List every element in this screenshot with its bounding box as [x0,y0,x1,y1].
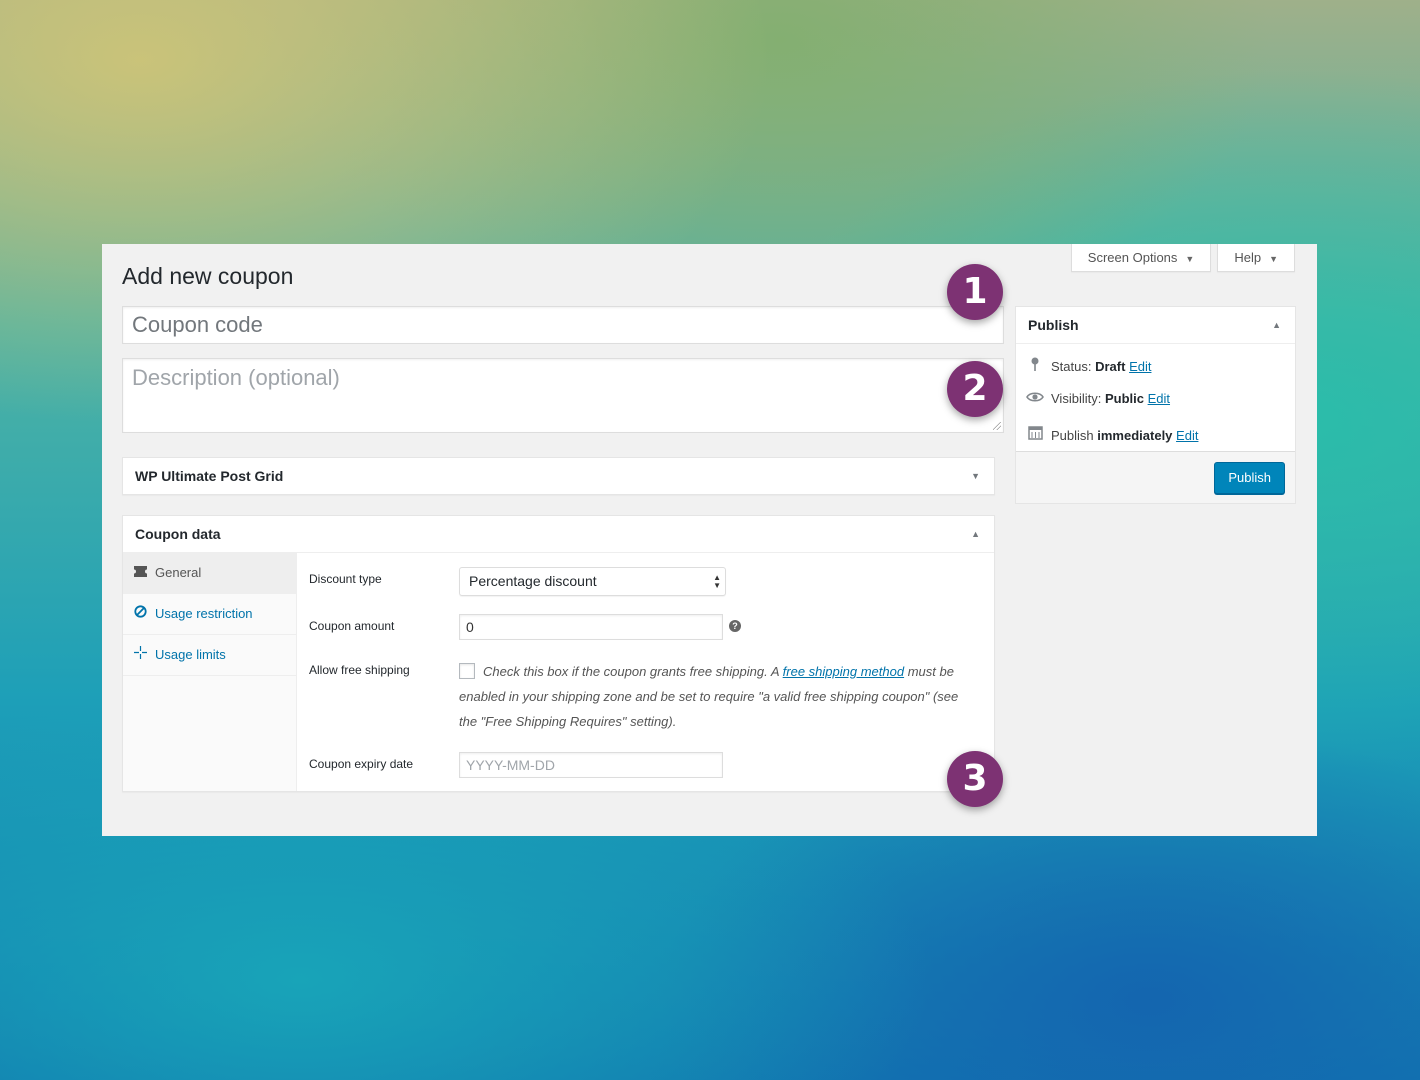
admin-panel: Screen Options ▼ Help ▼ Add new coupon Cou… [102,244,1317,836]
edit-schedule-link[interactable]: Edit [1176,428,1198,443]
crosshair-icon [133,635,147,675]
block-icon [133,594,147,634]
tab-general[interactable]: General [123,553,296,594]
screen-options-label: Screen Options [1087,250,1178,265]
visibility-value: Public [1104,391,1144,406]
coupon-data-tabs: General Usage restriction Usage limits [123,553,297,791]
schedule-value: immediately [1097,428,1173,443]
screen-meta-links: Screen Options ▼ Help ▼ [1070,244,1295,272]
calendar-icon [1026,425,1044,443]
coupon-amount-input[interactable]: 0 [459,614,723,640]
toggle-down-icon[interactable]: ▼ [971,458,980,494]
toggle-up-icon[interactable]: ▲ [971,516,980,552]
visibility-label: Visibility: [1051,391,1102,406]
caret-down-icon: ▼ [1185,254,1195,264]
tab-label: Usage limits [155,647,226,662]
tab-usage-limits[interactable]: Usage limits [123,635,296,676]
status-label: Status: [1051,359,1092,374]
tab-label: General [155,565,202,580]
description-placeholder: Description (optional) [132,365,340,390]
free-shipping-description: Check this box if the coupon grants free… [459,659,979,734]
metabox-title: Publish [1028,317,1079,333]
caret-down-icon: ▼ [1269,254,1278,264]
general-panel: Discount type Percentage discount ▲ ▼ Cou… [309,553,994,791]
help-tip-icon[interactable]: ? [729,620,741,632]
discount-type-label: Discount type [309,572,382,586]
expiry-date-label: Coupon expiry date [309,757,414,771]
publish-button[interactable]: Publish [1214,462,1285,494]
coupon-amount-label: Coupon amount [309,619,395,633]
edit-status-link[interactable]: Edit [1129,359,1151,374]
tab-label: Usage restriction [155,606,253,621]
help-button[interactable]: Help ▼ [1217,244,1295,272]
schedule-row: Publish immediately Edit [1026,425,1198,443]
discount-type-select[interactable]: Percentage discount ▲ ▼ [459,567,726,596]
ultimate-post-grid-header[interactable]: WP Ultimate Post Grid ▼ [123,458,994,494]
step-badge-1: 1 [947,264,1003,320]
free-shipping-method-link[interactable]: free shipping method [783,664,904,679]
screen-options-button[interactable]: Screen Options ▼ [1070,244,1212,272]
help-label: Help [1234,250,1262,265]
metabox-title: WP Ultimate Post Grid [135,468,284,484]
publish-metabox: Publish ▲ Status: Draft Edit Visibility:… [1015,306,1296,504]
step-badge-2: 2 [947,361,1003,417]
status-value: Draft [1095,359,1126,374]
ticket-icon [133,553,147,593]
free-shipping-label: Allow free shipping [309,663,410,677]
publish-header[interactable]: Publish ▲ [1016,307,1295,344]
select-arrows-icon: ▲ ▼ [713,573,721,590]
coupon-data-header[interactable]: Coupon data ▲ [123,516,994,553]
edit-visibility-link[interactable]: Edit [1148,391,1170,406]
resize-handle-icon[interactable] [993,422,1001,430]
schedule-label: Publish [1051,428,1094,443]
metabox-title: Coupon data [135,526,221,542]
tab-usage-restriction[interactable]: Usage restriction [123,594,296,635]
discount-type-value: Percentage discount [469,573,597,589]
desc-text: Check this box if the coupon grants free… [483,664,783,679]
ultimate-post-grid-metabox: WP Ultimate Post Grid ▼ [122,457,995,495]
status-row: Status: Draft Edit [1026,357,1151,374]
eye-icon [1026,391,1044,406]
publish-actions: Publish [1016,451,1295,503]
pin-icon [1026,357,1044,374]
toggle-up-icon[interactable]: ▲ [1272,307,1281,343]
expiry-date-input[interactable]: YYYY-MM-DD [459,752,723,778]
coupon-data-metabox: Coupon data ▲ General Usage restriction … [122,515,995,792]
step-badge-3: 3 [947,751,1003,807]
page-title: Add new coupon [122,263,294,289]
coupon-code-input[interactable]: Coupon code [122,306,1004,344]
visibility-row: Visibility: Public Edit [1026,391,1170,406]
description-textarea[interactable]: Description (optional) [122,358,1004,433]
